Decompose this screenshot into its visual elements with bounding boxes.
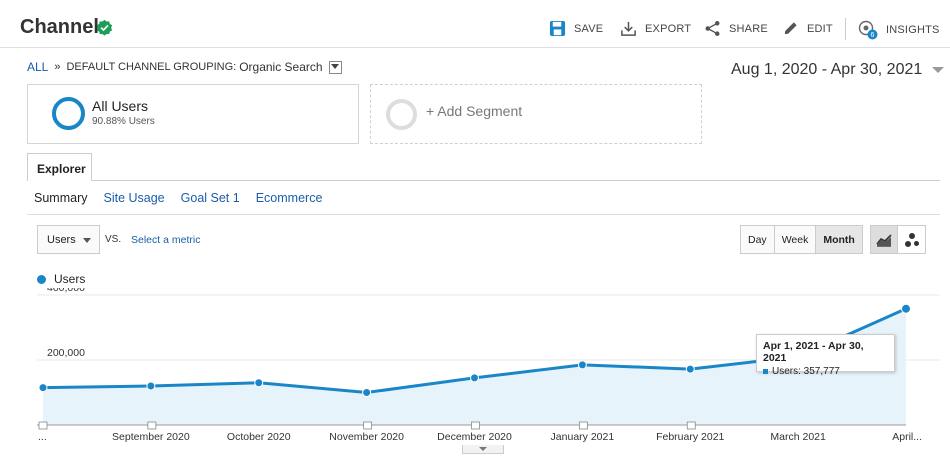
data-point: [685, 364, 695, 374]
date-range-picker[interactable]: Aug 1, 2020 - Apr 30, 2021: [731, 61, 945, 79]
data-point: [146, 381, 156, 391]
users-area-chart: 400,000 200,000... September 2020 October 2…: [37, 288, 940, 443]
edit-label: EDIT: [807, 22, 833, 35]
segment-name: All Users: [92, 98, 149, 114]
save-label: SAVE: [574, 22, 604, 35]
annotation-marker: [363, 421, 373, 430]
caret-down-icon: [83, 238, 91, 243]
export-label: EXPORT: [645, 22, 692, 35]
motion-chart-button[interactable]: [898, 226, 925, 253]
bubble-chart-icon: [904, 232, 919, 247]
annotation-marker: [471, 421, 480, 430]
subtab-summary[interactable]: Summary: [34, 191, 87, 205]
grouping-label: DEFAULT CHANNEL GROUPING:: [66, 61, 237, 73]
subtab-ecommerce[interactable]: Ecommerce: [256, 191, 323, 205]
report-header: Channels SAVE EXPORT SHARE EDIT 6 INSIGH…: [0, 0, 950, 48]
save-button[interactable]: SAVE: [549, 20, 603, 37]
subtab-goal-set-1[interactable]: Goal Set 1: [181, 191, 240, 205]
line-chart-button[interactable]: [871, 226, 898, 253]
vs-label: VS.: [105, 234, 122, 245]
save-icon: [549, 20, 566, 37]
toolbar-divider: [845, 18, 846, 40]
verified-badge-icon: [96, 19, 113, 36]
insights-icon: 6: [858, 20, 878, 40]
legend-swatch: [37, 274, 46, 284]
share-label: SHARE: [729, 22, 768, 35]
tooltip-title: Apr 1, 2021 - Apr 30, 2021: [763, 340, 864, 364]
metric-select[interactable]: Users: [37, 225, 100, 254]
chart-tooltip: Apr 1, 2021 - Apr 30, 2021 Users: 357,77…: [756, 334, 895, 377]
granularity-toggle: Day Week Month: [740, 225, 863, 254]
breadcrumb-separator: »: [54, 61, 61, 73]
x-tick-label: December 2020: [437, 431, 512, 443]
y-tick-label: 200,000: [47, 347, 85, 359]
metric-select-value: Users: [47, 234, 76, 246]
breadcrumb-all-link[interactable]: ALL: [27, 60, 48, 74]
chart-expand-handle[interactable]: [462, 445, 504, 454]
x-tick-label: September 2020: [112, 431, 190, 443]
grouping-dropdown[interactable]: [328, 60, 342, 74]
annotation-marker: [578, 421, 588, 430]
data-point: [38, 383, 48, 393]
x-tick-label: October 2020: [227, 431, 291, 443]
chart-legend: Users: [37, 272, 85, 286]
data-point: [362, 388, 372, 397]
x-tick-label: April...: [892, 431, 922, 443]
date-range-label: Aug 1, 2020 - Apr 30, 2021: [731, 61, 923, 78]
data-point: [577, 360, 587, 370]
insights-badge-count: 6: [870, 32, 874, 39]
select-metric-link[interactable]: Select a metric: [131, 234, 200, 246]
segment-all-users[interactable]: All Users 90.88% Users: [27, 84, 359, 144]
annotation-marker: [147, 421, 157, 430]
annotation-marker: [686, 421, 696, 430]
data-point: [901, 303, 911, 314]
x-tick-label: March 2021: [770, 431, 826, 443]
share-button[interactable]: SHARE: [704, 20, 768, 37]
line-chart-icon: [876, 233, 892, 247]
chart-type-toggle: [870, 225, 926, 254]
x-tick-label: February 2021: [656, 431, 724, 443]
tooltip-value-row: Users: 357,777: [763, 366, 888, 377]
annotation-marker: [38, 421, 48, 430]
granularity-month-button[interactable]: Month: [816, 226, 862, 253]
y-tick-label: 400,000: [47, 288, 85, 294]
chevron-down-icon: [331, 64, 340, 69]
tab-divider: [27, 180, 940, 181]
add-segment-button[interactable]: + Add Segment: [370, 84, 702, 144]
chevron-down-icon: [932, 66, 945, 73]
data-point: [470, 373, 479, 383]
download-icon: [621, 21, 636, 36]
tooltip-swatch: [763, 369, 768, 374]
tab-explorer[interactable]: Explorer: [27, 153, 92, 181]
x-tick-label: January 2021: [551, 431, 615, 443]
segment-ring-icon: [52, 97, 85, 130]
data-point: [254, 378, 264, 388]
insights-button[interactable]: 6 INSIGHTS: [858, 20, 940, 40]
subtab-divider: [27, 214, 940, 215]
granularity-week-button[interactable]: Week: [774, 226, 817, 253]
pencil-icon: [784, 22, 797, 35]
segment-percentage: 90.88% Users: [92, 116, 155, 127]
explorer-subtabs: Summary Site Usage Goal Set 1 Ecommerce: [34, 191, 322, 205]
x-tick-label: November 2020: [329, 431, 404, 443]
granularity-day-button[interactable]: Day: [741, 226, 775, 253]
grouping-value: Organic Search: [239, 60, 323, 74]
insights-label: INSIGHTS: [886, 24, 940, 36]
export-button[interactable]: EXPORT: [620, 20, 691, 37]
add-segment-label: + Add Segment: [426, 103, 523, 119]
legend-label: Users: [54, 272, 86, 286]
share-icon: [705, 21, 720, 36]
subtab-site-usage[interactable]: Site Usage: [103, 191, 164, 205]
empty-segment-ring-icon: [386, 99, 417, 130]
x-tick-label: ...: [38, 431, 47, 443]
breadcrumb: ALL » DEFAULT CHANNEL GROUPING: Organic …: [27, 60, 342, 74]
edit-button[interactable]: EDIT: [782, 20, 833, 37]
tooltip-value: Users: 357,777: [772, 366, 840, 377]
